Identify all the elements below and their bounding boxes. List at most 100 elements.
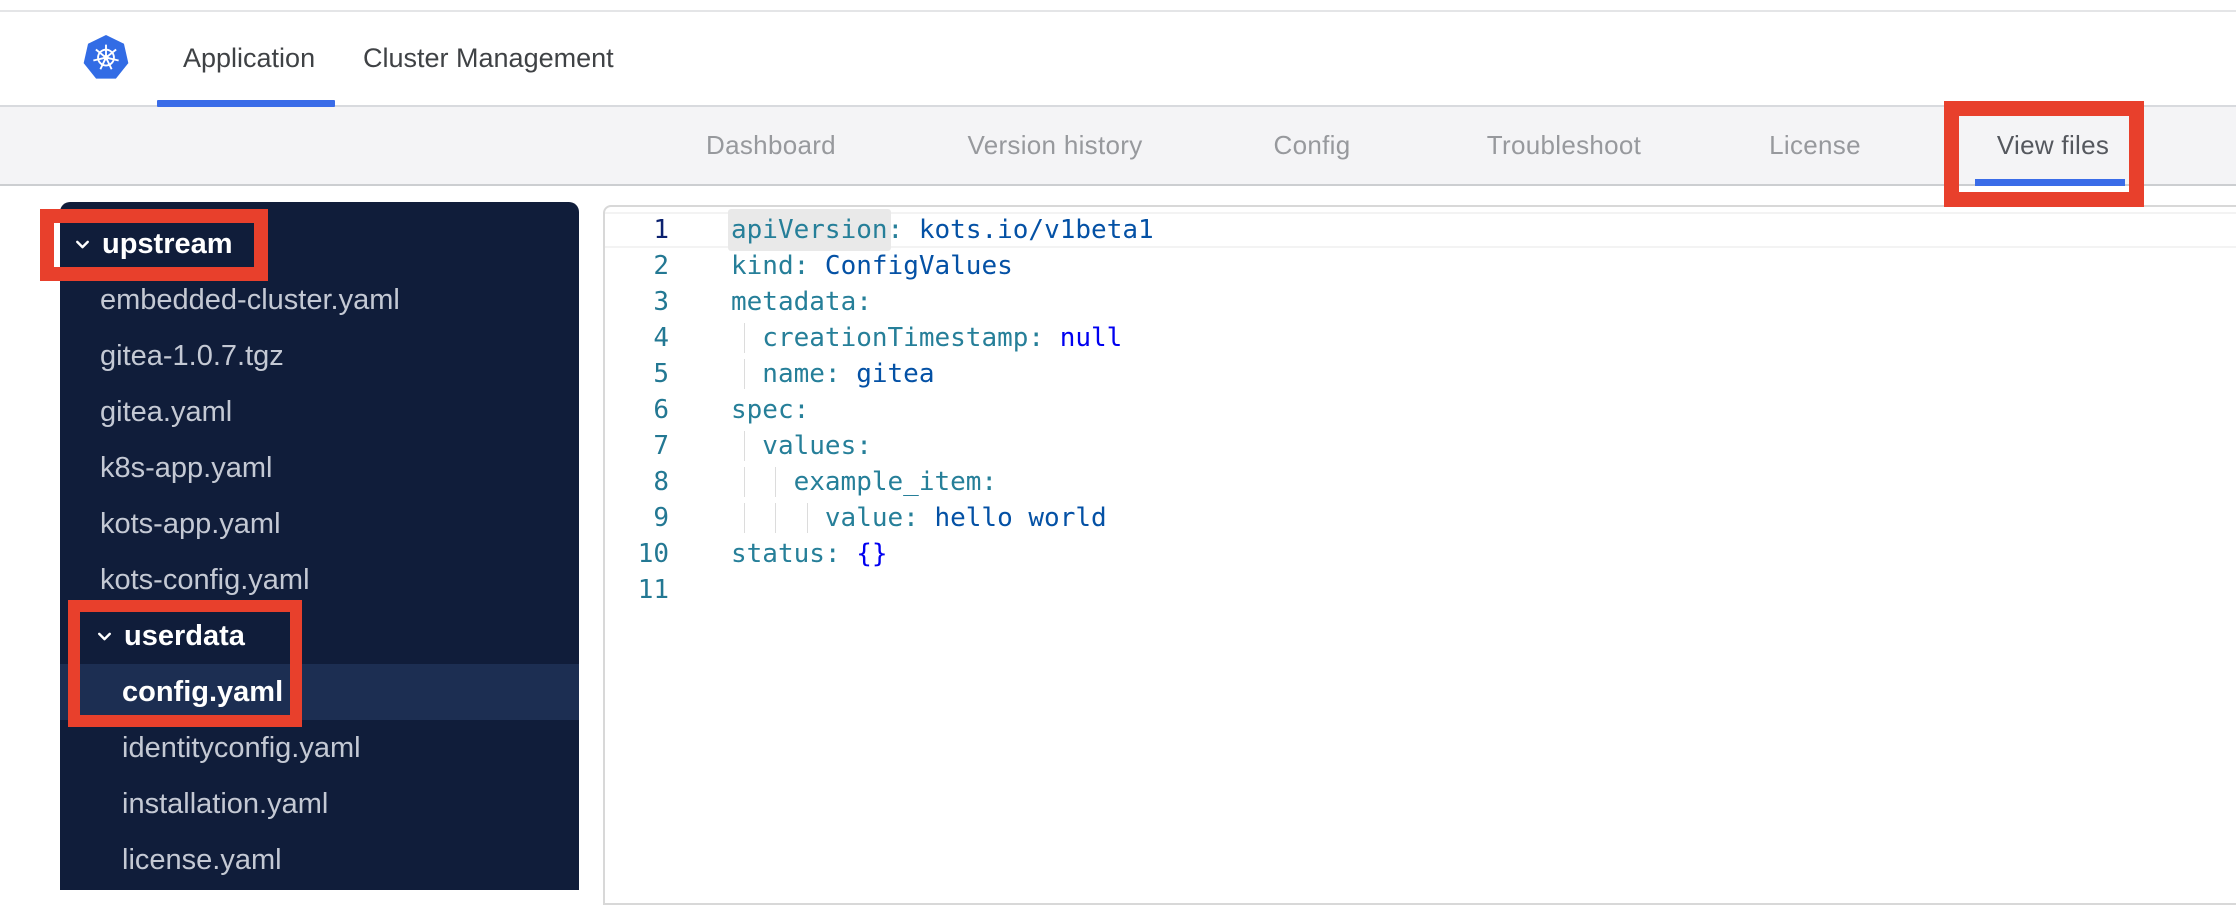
code-line[interactable]: 8 example_item: — [605, 464, 2236, 500]
subnav-item-version-history[interactable]: Version history — [967, 107, 1142, 184]
code-line[interactable]: 1 apiVersion: kots.io/v1beta1 — [605, 212, 2236, 248]
subnav-item-label: Version history — [967, 130, 1143, 160]
subnav-item-label: Config — [1273, 130, 1351, 160]
tree-item-label: gitea-1.0.7.tgz — [100, 339, 284, 372]
tree-file-kots-app.yaml[interactable]: kots-app.yaml — [60, 496, 579, 552]
line-number: 9 — [653, 503, 669, 533]
active-tab-underline — [157, 100, 335, 107]
tree-file-installation.yaml[interactable]: installation.yaml — [60, 776, 579, 832]
indent-guide — [731, 428, 762, 464]
tree-folder-userdata[interactable]: userdata — [60, 608, 579, 664]
code-line[interactable]: 5 name: gitea — [605, 356, 2236, 392]
subnav-item-label: Dashboard — [706, 130, 836, 160]
tree-file-license.yaml[interactable]: license.yaml — [60, 832, 579, 888]
subnav-item-label: View files — [1996, 130, 2110, 160]
tree-item-label: config.yaml — [122, 675, 284, 708]
line-number: 6 — [653, 395, 669, 425]
code-token: status: — [731, 539, 857, 569]
code-line-text: example_item: — [669, 464, 997, 500]
top-navigation-bar: Application Cluster Management — [0, 12, 2236, 107]
code-line-text: name: gitea — [669, 356, 935, 392]
code-token: : — [887, 215, 919, 245]
code-token: spec: — [731, 395, 810, 425]
code-token: creationTimestamp: — [762, 323, 1060, 353]
indent-guide — [731, 356, 762, 392]
tree-file-config.yaml[interactable]: config.yaml — [60, 664, 579, 720]
tree-file-kots-config.yaml[interactable]: kots-config.yaml — [60, 552, 579, 608]
code-line[interactable]: 7 values: — [605, 428, 2236, 464]
kubernetes-logo-icon — [83, 35, 129, 79]
code-token: hello world — [934, 503, 1107, 533]
code-token: name: — [762, 359, 857, 389]
code-token: values: — [762, 431, 872, 461]
chevron-down-icon — [72, 234, 93, 255]
code-line[interactable]: 10 status: {} — [605, 536, 2236, 572]
line-number: 8 — [653, 467, 669, 497]
tree-item-label: identityconfig.yaml — [122, 731, 361, 764]
tab-application[interactable]: Application — [183, 12, 315, 105]
code-line[interactable]: 2 kind: ConfigValues — [605, 248, 2236, 284]
indent-guide — [731, 464, 762, 500]
indent-guide — [731, 500, 762, 536]
tab-cluster-management-label: Cluster Management — [363, 43, 614, 73]
code-line-text: values: — [669, 428, 872, 464]
code-line[interactable]: 9 value: hello world — [605, 500, 2236, 536]
code-token: {} — [856, 539, 888, 569]
tree-item-label: k8s-app.yaml — [100, 451, 273, 484]
indent-guide — [731, 320, 762, 356]
tree-item-label: gitea.yaml — [100, 395, 233, 428]
subnav-item-config[interactable]: Config — [1274, 107, 1351, 184]
code-line-text — [669, 572, 731, 608]
highlighted-token: apiVersion — [731, 212, 888, 248]
code-token: gitea — [856, 359, 935, 389]
code-line-text: apiVersion: kots.io/v1beta1 — [669, 212, 1154, 248]
indent-guide — [794, 500, 825, 536]
code-line[interactable]: 11 — [605, 572, 2236, 608]
code-line-text: creationTimestamp: null — [669, 320, 1122, 356]
tree-item-label: embedded-cluster.yaml — [100, 283, 400, 316]
tree-file-k8s-app.yaml[interactable]: k8s-app.yaml — [60, 440, 579, 496]
code-token: kind: — [731, 251, 825, 281]
tree-item-label: license.yaml — [122, 843, 282, 876]
kots-admin-console: { "topbar": { "logo_icon": "kubernetes-l… — [0, 0, 2236, 905]
code-token: metadata: — [731, 287, 872, 317]
code-line-text: metadata: — [669, 284, 872, 320]
subnav-item-view-files[interactable]: View files — [1997, 107, 2109, 184]
tree-item-label: upstream — [102, 227, 233, 260]
line-number: 1 — [653, 215, 669, 245]
tree-item-label: kots-app.yaml — [100, 507, 281, 540]
tree-item-label: userdata — [124, 619, 245, 652]
file-tree-sidebar: upstream embedded-cluster.yaml gitea-1.0.7… — [60, 202, 579, 890]
subnav-item-dashboard[interactable]: Dashboard — [706, 107, 836, 184]
file-contents-editor[interactable]: 1 apiVersion: kots.io/v1beta1 2 kind: Confi… — [603, 205, 2236, 905]
chevron-down-icon — [94, 626, 115, 647]
line-number: 4 — [653, 323, 669, 353]
code-line[interactable]: 3 metadata: — [605, 284, 2236, 320]
code-token: kots.io/v1beta1 — [918, 215, 1154, 245]
code-line-text: spec: — [669, 392, 809, 428]
tree-file-gitea-1.0.7.tgz[interactable]: gitea-1.0.7.tgz — [60, 328, 579, 384]
code-token: value: — [824, 503, 935, 533]
line-number: 2 — [653, 251, 669, 281]
code-line-text: value: hello world — [669, 500, 1107, 536]
line-number: 7 — [653, 431, 669, 461]
tree-file-embedded-cluster.yaml[interactable]: embedded-cluster.yaml — [60, 272, 579, 328]
subnav-item-label: License — [1769, 130, 1861, 160]
code-line[interactable]: 4 creationTimestamp: null — [605, 320, 2236, 356]
code-line[interactable]: 6 spec: — [605, 392, 2236, 428]
tree-folder-upstream[interactable]: upstream — [60, 216, 579, 272]
tab-cluster-management[interactable]: Cluster Management — [363, 12, 614, 105]
line-number: 11 — [637, 575, 669, 605]
tree-file-identityconfig.yaml[interactable]: identityconfig.yaml — [60, 720, 579, 776]
indent-guide — [762, 500, 793, 536]
indent-guide — [762, 464, 793, 500]
subnav-item-label: Troubleshoot — [1486, 130, 1642, 160]
subnav-item-troubleshoot[interactable]: Troubleshoot — [1487, 107, 1641, 184]
tree-file-gitea.yaml[interactable]: gitea.yaml — [60, 384, 579, 440]
code-line-text: kind: ConfigValues — [669, 248, 1013, 284]
code-token: ConfigValues — [824, 251, 1013, 281]
app-subnav: Dashboard Version history Config Troublesho… — [0, 107, 2236, 186]
subnav-item-license[interactable]: License — [1769, 107, 1861, 184]
tree-item-label: kots-config.yaml — [100, 563, 310, 596]
line-number: 3 — [653, 287, 669, 317]
